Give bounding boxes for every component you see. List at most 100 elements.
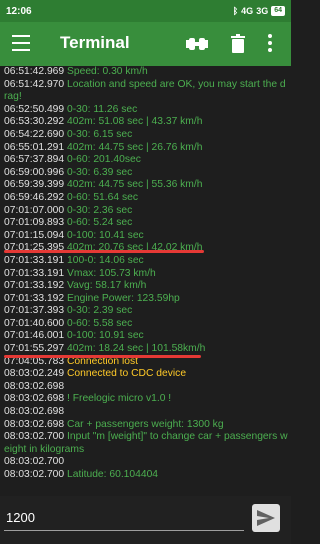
log-timestamp: 07:01:33.191 <box>4 254 65 266</box>
log-line: 08:03:02.698 <box>4 381 289 394</box>
log-timestamp: 06:59:39.399 <box>4 179 65 191</box>
log-line: 08:03:02.698 <box>4 406 289 419</box>
log-line: 08:03:02.698 Car + passengers weight: 13… <box>4 419 289 432</box>
command-input[interactable] <box>4 504 244 531</box>
log-timestamp: 07:01:15.094 <box>4 229 65 241</box>
log-message: 0-100: 10.41 sec <box>67 229 144 241</box>
log-line: 06:55:01.291 402m: 44.75 sec | 26.76 km/… <box>4 142 289 155</box>
plug-connect-icon[interactable] <box>184 35 210 53</box>
log-message: Speed: 0.30 km/h <box>67 66 148 77</box>
log-line: 08:03:02.249 Connected to CDC device <box>4 368 289 381</box>
log-line: 06:57:37.894 0-60: 201.40sec <box>4 154 289 167</box>
log-timestamp: 07:01:33.191 <box>4 267 65 279</box>
log-line: 06:59:39.399 402m: 44.75 sec | 55.36 km/… <box>4 179 289 192</box>
bluetooth-icon: ᛒ <box>232 6 239 16</box>
log-message: 0-30: 11.26 sec <box>67 103 138 115</box>
battery-icon: 64 <box>271 6 285 16</box>
log-message: 0-30: 6.39 sec <box>67 166 133 178</box>
log-timestamp: 06:57:37.894 <box>4 154 65 166</box>
log-message: 0-30: 6.15 sec <box>67 128 133 140</box>
log-message: 0-30: 2.36 sec <box>67 204 133 216</box>
log-line: 07:01:46.001 0-100: 10.91 sec <box>4 330 289 343</box>
log-line: 07:01:07.000 0-30: 2.36 sec <box>4 205 289 218</box>
menu-icon[interactable] <box>12 35 30 51</box>
terminal-output[interactable]: 06:51:42.969 Speed: 0.30 km/h 06:51:42.97… <box>0 66 291 496</box>
log-timestamp: 06:51:42.970 <box>4 78 65 90</box>
log-message: 0-60: 201.40sec <box>67 154 141 166</box>
log-line: 07:01:40.600 0-60: 5.58 sec <box>4 318 289 331</box>
log-message: 0-60: 5.58 sec <box>67 317 133 329</box>
log-line: 06:52:50.499 0-30: 11.26 sec <box>4 104 289 117</box>
log-message: 0-60: 5.24 sec <box>67 217 133 229</box>
log-timestamp: 07:01:33.192 <box>4 280 65 292</box>
log-timestamp: 08:03:02.698 <box>4 380 65 392</box>
status-icons: ᛒ 4G 3G 64 <box>233 6 285 16</box>
log-line: 06:54:22.690 0-30: 6.15 sec <box>4 129 289 142</box>
app-title: Terminal <box>60 33 130 52</box>
more-vert-icon[interactable] <box>267 34 273 54</box>
log-message: 402m: 18.24 sec | 101.58km/h <box>67 343 206 355</box>
log-line: 08:03:02.700 <box>4 456 289 469</box>
log-message: 402m: 51.08 sec | 43.37 km/h <box>67 116 203 128</box>
log-timestamp: 07:01:33.192 <box>4 292 65 304</box>
log-line: 07:01:33.191 100-0: 14.06 sec <box>4 255 289 268</box>
log-timestamp: 06:53:30.292 <box>4 116 65 128</box>
status-time: 12:06 <box>6 5 32 17</box>
log-message: Car + passengers weight: 1300 kg <box>67 418 224 430</box>
log-message: 0-30: 2.39 sec <box>67 305 133 317</box>
send-button[interactable] <box>252 504 280 532</box>
log-timestamp: 07:01:37.393 <box>4 305 65 317</box>
log-timestamp: 06:55:01.291 <box>4 141 65 153</box>
log-timestamp: 08:03:02.700 <box>4 469 65 480</box>
log-timestamp: 06:59:46.292 <box>4 191 65 203</box>
log-line: 07:01:25.395 402m: 20.76 sec | 42.02 km/… <box>4 242 289 255</box>
log-message: Vmax: 105.73 km/h <box>67 267 156 279</box>
log-timestamp: 07:01:40.600 <box>4 317 65 329</box>
signal-3g-label: 3G <box>256 6 269 16</box>
log-timestamp: 08:03:02.700 <box>4 431 65 443</box>
status-bar: 12:06 ᛒ 4G 3G 64 <box>0 0 291 22</box>
red-underline-annotation <box>4 250 204 253</box>
log-timestamp: 06:52:50.499 <box>4 103 65 115</box>
log-message: 402m: 44.75 sec | 26.76 km/h <box>67 141 203 153</box>
log-line: 08:03:02.700 Latitude: 60.104404 <box>4 469 289 482</box>
log-message: 0-100: 10.91 sec <box>67 330 144 342</box>
log-timestamp: 08:03:02.698 <box>4 418 65 430</box>
log-message: ! Freelogic micro v1.0 ! <box>67 393 172 405</box>
log-line: 07:01:09.893 0-60: 5.24 sec <box>4 217 289 230</box>
log-message: Latitude: 60.104404 <box>67 469 159 480</box>
input-bar <box>0 496 291 544</box>
app-bar: Terminal <box>0 22 291 66</box>
log-line: 06:53:30.292 402m: 51.08 sec | 43.37 km/… <box>4 116 289 129</box>
log-line: 06:51:42.969 Speed: 0.30 km/h <box>4 66 289 79</box>
signal-4g-label: 4G <box>241 6 254 16</box>
log-timestamp: 06:59:00.996 <box>4 166 65 178</box>
log-timestamp: 06:54:22.690 <box>4 128 65 140</box>
log-line: 07:01:33.192 Engine Power: 123.59hp <box>4 293 289 306</box>
log-line: 07:01:15.094 0-100: 10.41 sec <box>4 230 289 243</box>
log-timestamp: 07:01:55.297 <box>4 343 65 355</box>
log-timestamp: 08:03:02.698 <box>4 406 65 418</box>
log-line: 07:01:33.192 Vavg: 58.17 km/h <box>4 280 289 293</box>
log-timestamp: 08:03:02.249 <box>4 368 65 380</box>
log-message: 100-0: 14.06 sec <box>67 254 144 266</box>
trash-icon[interactable] <box>231 34 245 53</box>
log-line: 06:51:42.970 Location and speed are OK, … <box>4 79 289 104</box>
red-underline-annotation <box>4 355 201 358</box>
log-line: 07:01:37.393 0-30: 2.39 sec <box>4 305 289 318</box>
log-timestamp: 07:01:46.001 <box>4 330 65 342</box>
log-message: 402m: 44.75 sec | 55.36 km/h <box>67 179 203 191</box>
log-line: 06:59:00.996 0-30: 6.39 sec <box>4 167 289 180</box>
log-timestamp: 06:51:42.969 <box>4 66 65 77</box>
log-timestamp: 08:03:02.698 <box>4 393 65 405</box>
log-line: 08:03:02.700 Input "m [weight]" to chang… <box>4 431 289 456</box>
log-message: Connected to CDC device <box>67 368 187 380</box>
log-line: 07:01:33.191 Vmax: 105.73 km/h <box>4 268 289 281</box>
log-timestamp: 07:01:07.000 <box>4 204 65 216</box>
log-message: Vavg: 58.17 km/h <box>67 280 147 292</box>
log-timestamp: 07:01:09.893 <box>4 217 65 229</box>
log-message: Engine Power: 123.59hp <box>67 292 180 304</box>
log-timestamp: 08:03:02.700 <box>4 456 65 468</box>
log-message: 0-60: 51.64 sec <box>67 191 138 203</box>
send-icon <box>257 510 275 526</box>
